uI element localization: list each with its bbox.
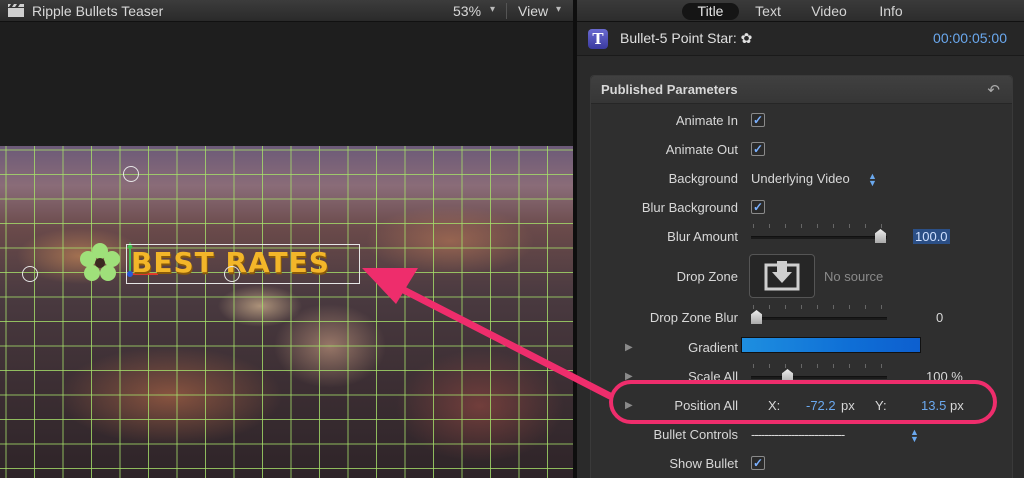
- drop-zone-value: No source: [824, 269, 884, 284]
- show-bullet-label: Show Bullet: [669, 456, 738, 471]
- blur-amount-slider[interactable]: [751, 236, 887, 239]
- chevron-down-icon[interactable]: ▾: [490, 4, 495, 15]
- checkmark-icon: ✓: [752, 200, 764, 214]
- animate-out-checkbox[interactable]: ✓: [751, 142, 765, 156]
- section-header[interactable]: Published Parameters ↶: [591, 76, 1012, 104]
- section-title: Published Parameters: [601, 82, 738, 97]
- clip-duration: 00:00:05:00: [933, 30, 1007, 46]
- show-bullet-checkbox[interactable]: ✓: [751, 456, 765, 470]
- drop-zone-arrow-icon: [764, 261, 800, 291]
- reset-arrow-icon[interactable]: ↶: [987, 81, 1000, 99]
- drop-zone-well[interactable]: [749, 254, 815, 298]
- viewer-panel: Ripple Bullets Teaser 53% ▾ View ▾ BEST …: [0, 0, 573, 478]
- blur-background-checkbox[interactable]: ✓: [751, 200, 765, 214]
- inspector-header: T Bullet-5 Point Star: ✿ 00:00:05:00: [577, 22, 1024, 56]
- slider-ticks: [753, 305, 885, 309]
- bullet-controls-popup[interactable]: ----------------------------: [751, 427, 845, 442]
- scale-all-slider[interactable]: [751, 376, 887, 379]
- callout-arrow: [362, 268, 614, 400]
- tab-title[interactable]: Title: [682, 3, 739, 20]
- clip-name: Bullet-5 Point Star: ✿: [620, 30, 753, 46]
- transform-handle[interactable]: [224, 266, 240, 282]
- bullet-controls-label: Bullet Controls: [653, 427, 738, 442]
- background-popup[interactable]: Underlying Video: [751, 171, 850, 186]
- title-t-icon: T: [588, 29, 608, 49]
- flower-bullet-icon[interactable]: [80, 243, 120, 281]
- checkmark-icon: ✓: [752, 142, 764, 156]
- blur-background-label: Blur Background: [641, 200, 738, 215]
- blur-amount-value[interactable]: 100.0: [913, 229, 950, 244]
- view-menu[interactable]: View: [518, 3, 548, 19]
- blur-amount-label: Blur Amount: [667, 229, 738, 244]
- background-label: Background: [668, 171, 738, 186]
- tab-text[interactable]: Text: [753, 3, 783, 20]
- callout-highlight-box: [609, 380, 997, 424]
- blur-amount-knob[interactable]: [875, 229, 886, 243]
- checkmark-icon: ✓: [752, 456, 764, 470]
- checkmark-icon: ✓: [752, 113, 764, 127]
- slider-ticks: [753, 224, 885, 228]
- animate-out-label: Animate Out: [665, 142, 738, 157]
- chevron-down-icon[interactable]: ▾: [556, 4, 561, 15]
- tab-info[interactable]: Info: [877, 3, 905, 20]
- slider-ticks: [753, 364, 885, 368]
- viewer-header: Ripple Bullets Teaser 53% ▾ View ▾: [0, 0, 573, 22]
- transform-handle[interactable]: [22, 266, 38, 282]
- popup-arrows-icon[interactable]: ▲ ▼: [910, 428, 919, 444]
- animate-in-checkbox[interactable]: ✓: [751, 113, 765, 127]
- inspector-tabs: Title Text Video Info: [577, 0, 1024, 22]
- title-bounding-box[interactable]: [126, 244, 360, 284]
- header-divider: [506, 3, 507, 19]
- tab-video[interactable]: Video: [809, 3, 849, 20]
- popup-arrows-icon[interactable]: ▲ ▼: [868, 172, 877, 188]
- zoom-level-menu[interactable]: 53%: [453, 3, 481, 19]
- drop-zone-blur-knob[interactable]: [751, 310, 762, 324]
- clapperboard-icon: [8, 4, 24, 17]
- drop-zone-blur-value[interactable]: 0: [936, 310, 943, 325]
- gradient-swatch[interactable]: [741, 337, 921, 353]
- transform-handle[interactable]: [123, 166, 139, 182]
- drop-zone-blur-slider[interactable]: [751, 317, 887, 320]
- animate-in-label: Animate In: [675, 113, 738, 128]
- viewer-title: Ripple Bullets Teaser: [32, 3, 164, 19]
